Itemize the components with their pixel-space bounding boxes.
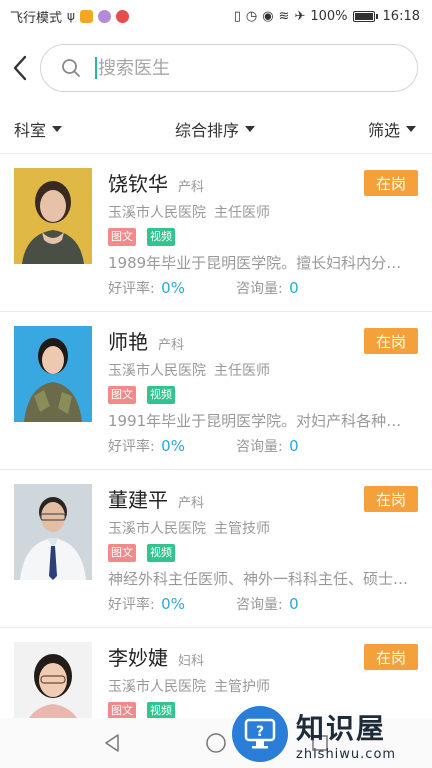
doctor-name: 李妙婕 [108,646,168,670]
nav-home-button[interactable] [201,728,231,758]
search-input[interactable] [98,57,358,79]
doctor-card[interactable]: 师艳 产科 在岗 玉溪市人民医院 主任医师 图文 视频 1991年毕业于昆明医学院… [0,312,432,470]
watermark-title: 知识屋 [296,711,387,745]
rating-label: 好评率: [108,281,155,297]
back-button[interactable] [8,48,32,88]
doctor-title: 主任医师 [214,205,270,221]
rating-label: 好评率: [108,439,155,455]
hospital-name: 玉溪市人民医院 [108,363,206,379]
tag-text-consult: 图文 [108,386,136,404]
rating-label: 好评率: [108,597,155,613]
doctor-intro: 神经外科主任医师、神外一科科主任、硕士研究生 [108,570,413,588]
doctor-photo [14,168,92,264]
consult-count: 0 [289,279,299,297]
dropdown-arrow-icon [52,125,63,132]
eye-icon: ◉ [262,8,274,24]
status-bar: 飞行模式 ψ ▯ ◷ ◉ ≋ ✈ 100% 16:18 [0,0,432,32]
vibrate-icon: ▯ [233,8,241,24]
search-icon [62,59,80,77]
consult-label: 咨询量: [236,281,283,297]
sort-filter-label: 综合排序 [174,120,239,140]
status-badge: 在岗 [364,486,418,512]
tag-text-consult: 图文 [108,544,136,562]
rating-value: 0% [161,595,185,613]
watermark-url: zhishiwu.com [296,746,397,762]
doctor-intro: 1991年毕业于昆明医学院。对妇产科各种疾病 [108,412,413,430]
wifi-icon: ≋ [278,8,290,24]
usb-icon: ψ [67,9,75,23]
doctor-title: 主任医师 [214,363,270,379]
doctor-department: 妇科 [178,654,205,669]
doctor-name: 饶钦华 [108,172,168,196]
tag-video-consult: 视频 [147,386,175,404]
tag-video-consult: 视频 [147,228,175,246]
status-badge: 在岗 [364,644,418,670]
watermark-logo-icon: ? [232,706,288,762]
department-filter-label: 科室 [14,120,47,140]
text-cursor [95,57,97,79]
status-badge: 在岗 [364,170,418,196]
consult-label: 咨询量: [236,439,283,455]
app-notify-icon [79,9,93,23]
screen-filter[interactable]: 筛选 [368,117,416,141]
doctor-department: 产科 [158,338,185,353]
back-arrow-icon [13,55,27,81]
watermark: ? 知识屋 zhishiwu.com [232,700,432,768]
consult-count: 0 [289,437,299,455]
airplane-mode-label: 飞行模式 [10,10,63,26]
dropdown-arrow-icon [245,125,255,132]
doctor-name: 董建平 [108,488,168,512]
doctor-intro: 1989年毕业于昆明医学院。擅长妇科内分泌疾病 [108,254,413,272]
consult-count: 0 [289,595,299,613]
svg-text:?: ? [256,724,264,740]
doctor-photo [14,326,92,422]
battery-percent: 100% [310,8,348,24]
search-header [0,32,432,104]
filter-bar: 科室 综合排序 筛选 [0,104,432,154]
rating-value: 0% [161,437,185,455]
doctor-card[interactable]: 董建平 产科 在岗 玉溪市人民医院 主管技师 图文 视频 神经外科主任医师、神外一… [0,470,432,628]
hospital-name: 玉溪市人民医院 [108,679,206,695]
rating-value: 0% [161,279,185,297]
sort-filter[interactable]: 综合排序 [175,117,255,141]
nav-back-button[interactable] [97,728,127,758]
doctor-title: 主管技师 [214,521,270,537]
doctor-title: 主管护师 [214,679,270,695]
app-notify-icon-3 [115,9,129,23]
tag-text-consult: 图文 [108,228,136,246]
hospital-name: 玉溪市人民医院 [108,205,206,221]
screen-filter-label: 筛选 [367,120,400,140]
battery-icon [352,10,378,22]
triangle-back-icon [105,734,119,752]
doctor-card[interactable]: 饶钦华 产科 在岗 玉溪市人民医院 主任医师 图文 视频 1989年毕业于昆明医学… [0,154,432,312]
doctor-list: 饶钦华 产科 在岗 玉溪市人民医院 主任医师 图文 视频 1989年毕业于昆明医学… [0,154,432,768]
airplane-icon: ✈ [294,8,306,24]
alarm-icon: ◷ [245,8,258,24]
doctor-photo [14,484,92,580]
doctor-name: 师艳 [108,330,148,354]
circle-home-icon [206,733,226,753]
tag-video-consult: 视频 [147,544,175,562]
doctor-department: 产科 [178,496,205,511]
search-box[interactable] [40,44,418,92]
department-filter[interactable]: 科室 [14,117,63,141]
consult-label: 咨询量: [236,597,283,613]
dropdown-arrow-icon [405,125,416,132]
doctor-department: 产科 [178,180,205,195]
status-badge: 在岗 [364,328,418,354]
hospital-name: 玉溪市人民医院 [108,521,206,537]
clock: 16:18 [382,8,420,24]
app-notify-icon-2 [97,9,111,23]
